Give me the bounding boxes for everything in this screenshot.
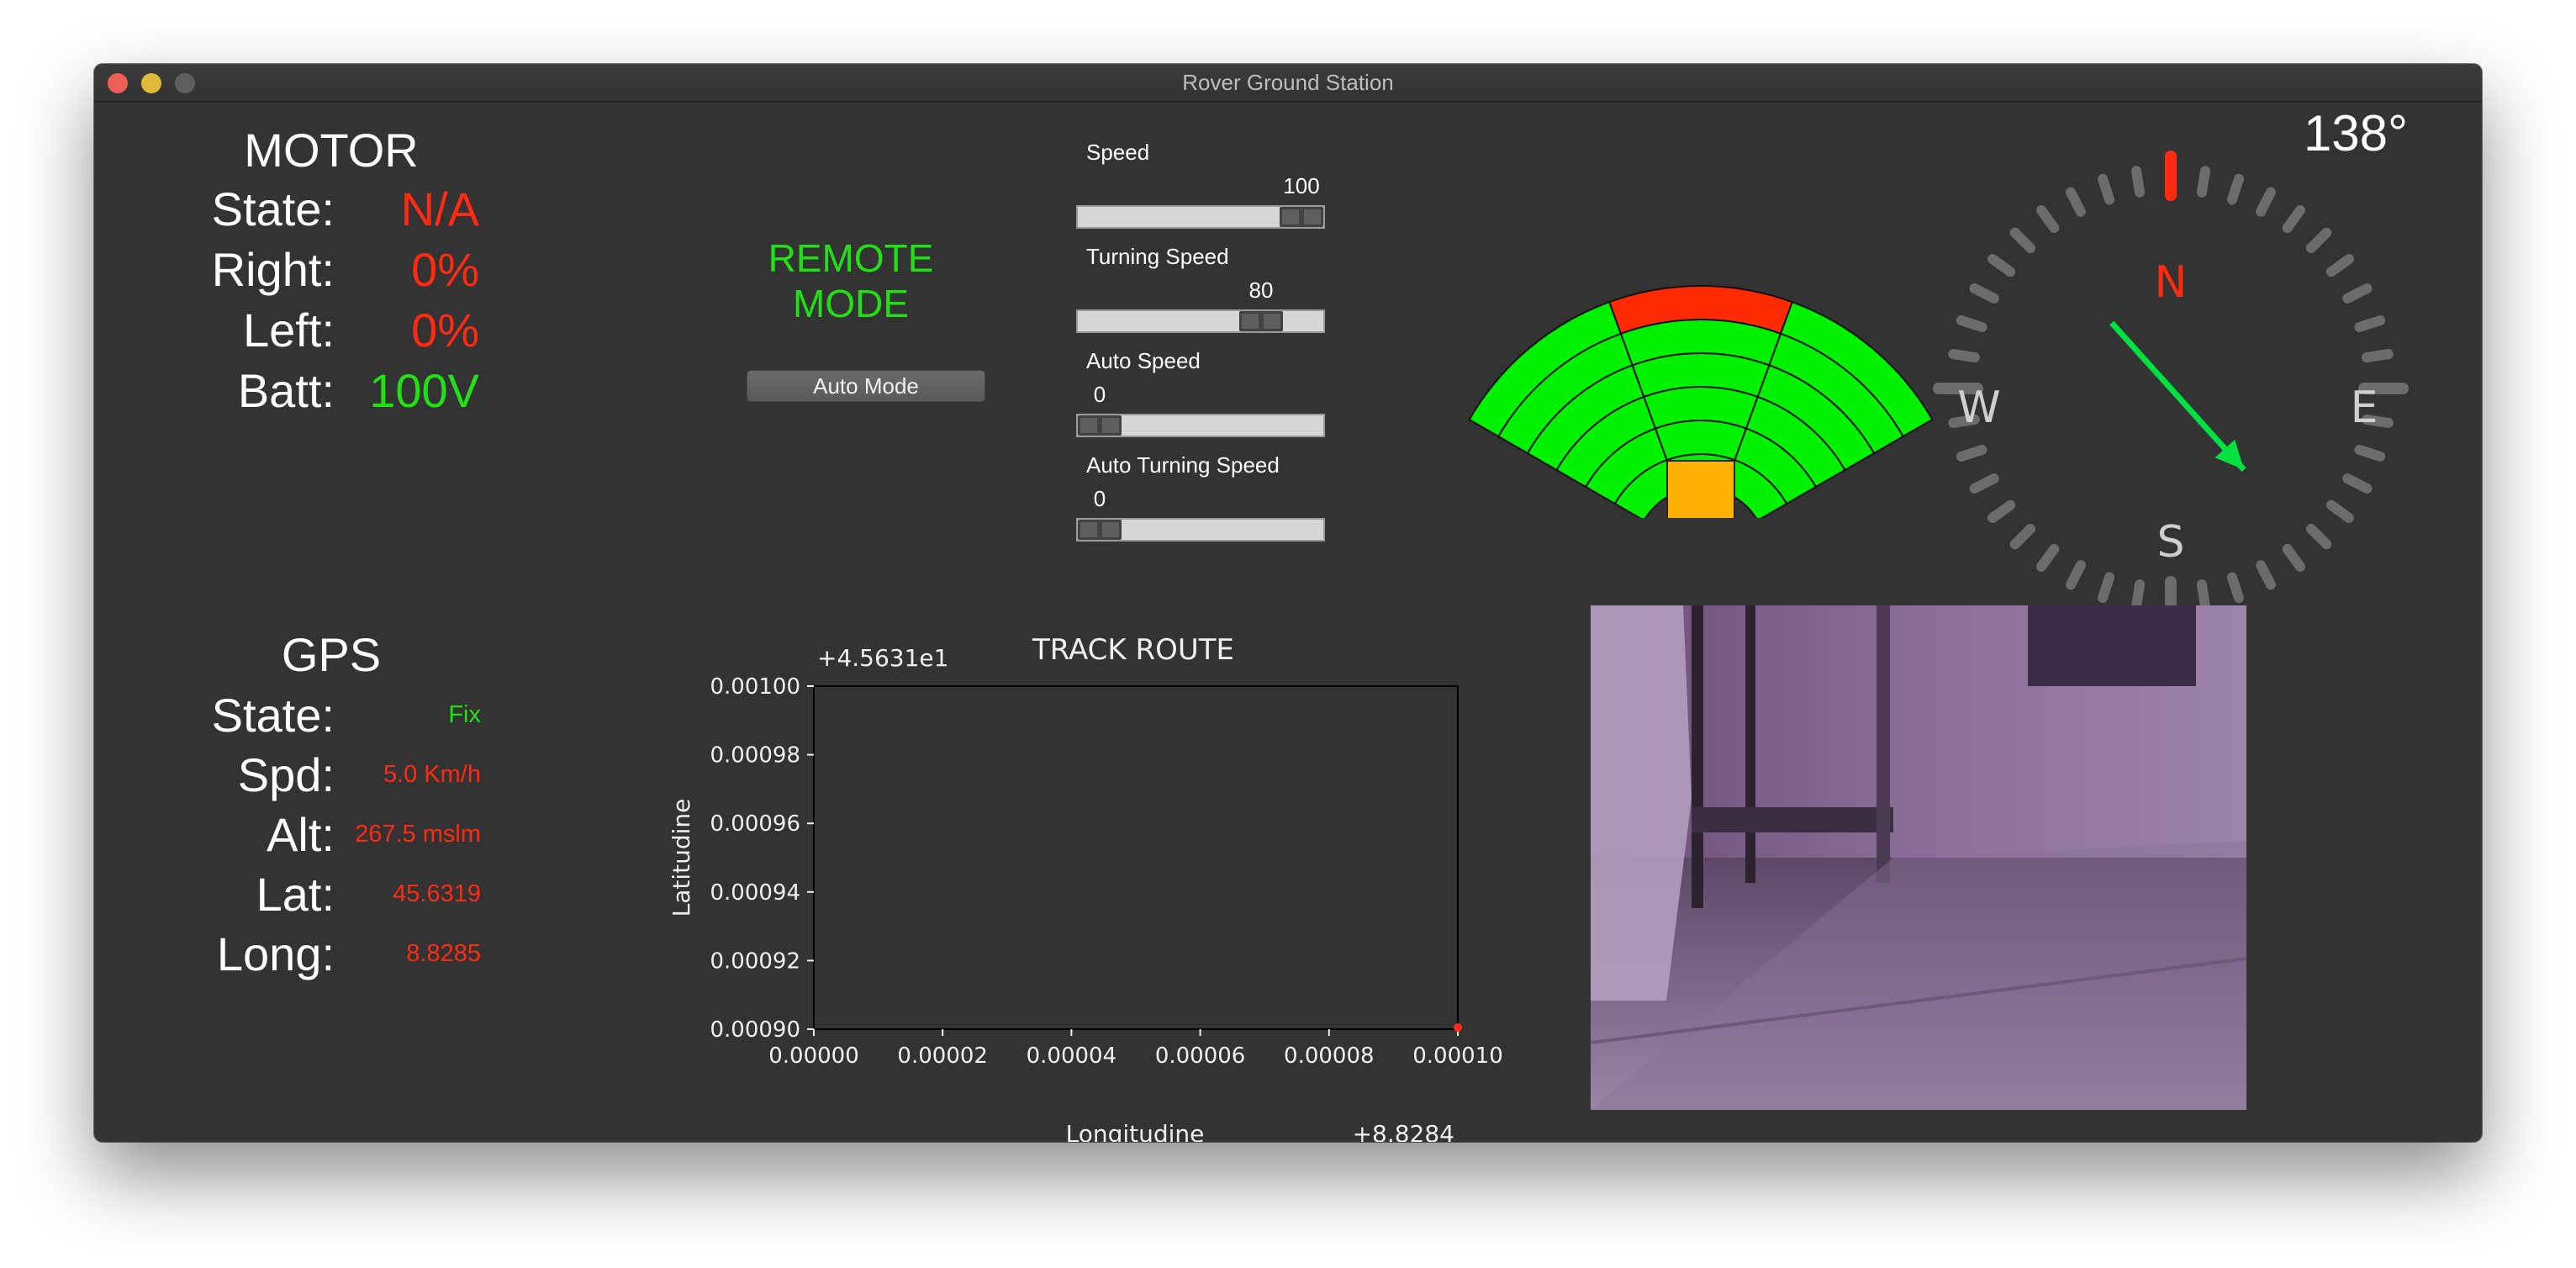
y-tick-label: 0.00100	[710, 674, 800, 700]
motor-row-value: 0%	[411, 304, 479, 357]
compass-tick	[2282, 205, 2305, 234]
slider-value: 0	[1093, 486, 1106, 511]
app-window: Rover Ground Station MOTOR REMOTE MODE A…	[94, 64, 2482, 1142]
compass-tick	[2354, 444, 2386, 462]
slider-handle[interactable]	[1239, 311, 1283, 331]
x-tick-label: 0.00006	[1155, 1043, 1246, 1069]
compass-north: N	[2155, 257, 2188, 308]
title-bar: Rover Ground Station	[94, 64, 2482, 103]
chart-x-label: Longitudine	[1066, 1120, 1205, 1142]
gps-row-value: 5.0 Km/h	[383, 761, 481, 788]
slider-track[interactable]	[1076, 309, 1325, 333]
slider-handle[interactable]	[1078, 415, 1122, 436]
gps-row-value: Fix	[448, 701, 481, 728]
compass-tick	[2342, 283, 2373, 304]
compass-tick	[1987, 254, 2016, 277]
y-tick-label: 0.00096	[710, 811, 800, 837]
compass-tick	[2036, 205, 2060, 234]
slider-track[interactable]	[1076, 205, 1325, 229]
chart-y-label: Latitudine	[668, 799, 695, 917]
compass-west: W	[1957, 383, 2000, 433]
compass-tick	[2009, 227, 2036, 254]
gps-title: GPS	[281, 628, 382, 681]
compass-tick	[2342, 473, 2373, 494]
sensor-cell	[1654, 420, 1748, 462]
compass-tick	[2256, 187, 2276, 217]
compass-tick	[2226, 572, 2244, 604]
compass: N E S W	[1933, 151, 2409, 626]
x-tick-label: 0.00002	[897, 1043, 988, 1069]
x-tick-label: 0.00010	[1412, 1043, 1503, 1069]
track-route-chart: TRACK ROUTE +4.5631e1 0.00000 0.00002 0.00…	[668, 633, 1503, 1142]
window-title: Rover Ground Station	[1182, 70, 1394, 95]
chart-x-offset: +8.8284	[1353, 1120, 1454, 1142]
gps-row-value: 267.5 mslm	[355, 821, 481, 848]
camera-feed	[1591, 605, 2246, 1110]
motor-row-value: 0%	[411, 243, 479, 296]
x-tick-label: 0.00008	[1284, 1043, 1375, 1069]
chart-plot-area	[813, 685, 1459, 1030]
slider-value: 0	[1093, 382, 1106, 407]
slider-label: Speed	[1086, 140, 1150, 165]
compass-tick	[1948, 349, 1980, 363]
compass-tick	[2066, 187, 2086, 217]
compass-tick	[2282, 543, 2305, 572]
compass-tick	[2066, 560, 2086, 590]
y-tick-label: 0.00094	[710, 880, 800, 906]
compass-tick	[1987, 499, 2016, 523]
slider-value: 100	[1283, 173, 1320, 198]
compass-east: E	[2351, 383, 2378, 433]
compass-tick	[2305, 523, 2332, 550]
slider-label: Auto Speed	[1086, 348, 1201, 373]
heading-arrow-icon	[2109, 320, 2246, 473]
compass-tick	[2131, 579, 2146, 611]
chart-title: TRACK ROUTE	[1032, 633, 1234, 667]
compass-south: S	[2156, 517, 2184, 568]
compass-heading: 138°	[2303, 105, 2409, 161]
motor-row-value: N/A	[400, 182, 479, 235]
compass-tick	[2196, 166, 2210, 198]
chart-y-offset: +4.5631e1	[817, 644, 948, 672]
motor-row-value: 100V	[369, 364, 479, 417]
compass-tick	[2226, 173, 2244, 205]
heading-arrow-shaft	[2109, 320, 2246, 473]
rover-icon	[1666, 460, 1735, 518]
compass-tick	[2196, 579, 2210, 611]
slider-track[interactable]	[1076, 518, 1325, 542]
compass-tick	[2354, 315, 2386, 333]
slider-label: Auto Turning Speed	[1086, 452, 1280, 478]
compass-tick	[2098, 572, 2115, 604]
compass-tick	[2131, 166, 2146, 198]
compass-tick	[2325, 499, 2354, 523]
compass-tick	[2325, 254, 2354, 277]
compass-tick	[1956, 444, 1987, 462]
mode-label: REMOTE MODE	[768, 236, 934, 325]
compass-tick	[2362, 349, 2394, 363]
compass-tick	[2256, 560, 2276, 590]
compass-tick	[1969, 283, 1999, 304]
compass-tick	[1956, 315, 1987, 333]
gps-row-value: 45.6319	[393, 880, 481, 907]
slider-track[interactable]	[1076, 414, 1325, 437]
motor-title: MOTOR	[244, 124, 419, 177]
slider-handle[interactable]	[1280, 207, 1323, 227]
compass-tick	[2098, 173, 2115, 205]
gps-row-value: 8.8285	[406, 940, 481, 967]
x-tick-label: 0.00004	[1027, 1043, 1117, 1069]
slider-value: 80	[1248, 277, 1274, 303]
x-tick-label: 0.00000	[768, 1043, 859, 1069]
slider-label: Turning Speed	[1086, 244, 1229, 269]
auto-mode-button[interactable]: Auto Mode	[747, 370, 985, 402]
camera-frame	[1591, 605, 2246, 1110]
compass-tick	[2036, 543, 2060, 572]
compass-tick	[1969, 473, 1999, 494]
y-tick-label: 0.00090	[710, 1017, 800, 1043]
compass-tick	[2305, 227, 2332, 254]
compass-tick	[2009, 523, 2036, 550]
route-point	[1454, 1023, 1462, 1032]
slider-handle[interactable]	[1078, 520, 1122, 540]
y-tick-label: 0.00092	[710, 948, 800, 974]
y-tick-label: 0.00098	[710, 743, 800, 769]
